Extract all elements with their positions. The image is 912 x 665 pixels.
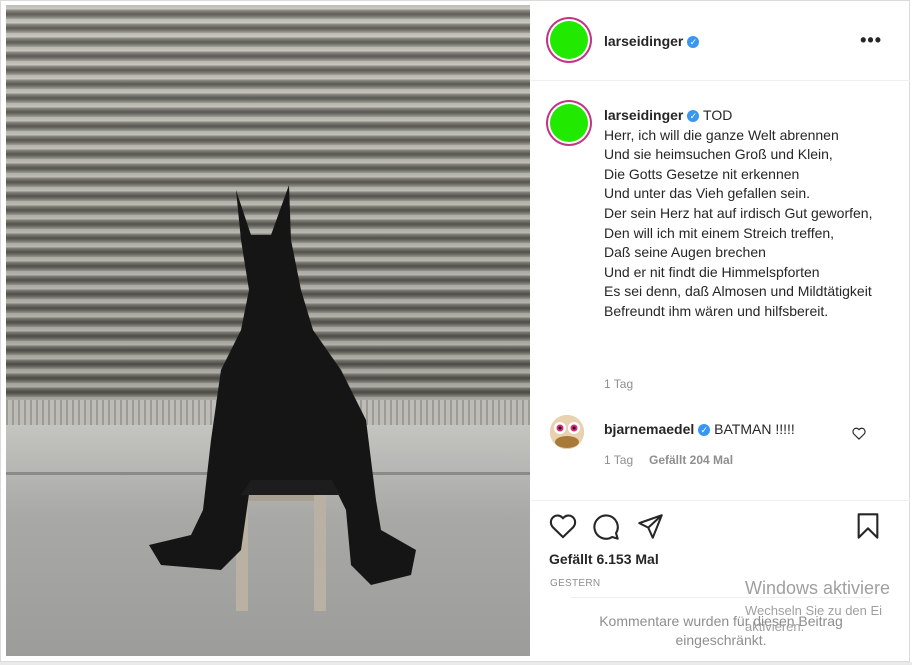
comment-like-heart-icon[interactable]: [852, 427, 866, 440]
comment-icon[interactable]: [592, 513, 620, 541]
comment-timestamp[interactable]: 1 Tag: [604, 453, 633, 467]
post-photo[interactable]: [6, 5, 530, 656]
post-date[interactable]: GESTERN: [550, 578, 600, 589]
caption-author-avatar[interactable]: [550, 104, 588, 142]
verified-badge-icon: ✓: [698, 424, 711, 437]
commenter-avatar[interactable]: [550, 415, 584, 449]
comment-text: BATMAN !!!!!: [714, 421, 795, 437]
caption-author-text[interactable]: larseidinger: [604, 107, 683, 123]
windows-activation-watermark: Windows aktiviere Wechseln Sie zu den Ei…: [745, 578, 912, 635]
caption-author-username[interactable]: larseidinger ✓: [604, 107, 700, 123]
caption-first-word: TOD: [703, 107, 733, 123]
verified-badge-icon: ✓: [687, 36, 700, 49]
author-username-header[interactable]: larseidinger ✓: [604, 33, 700, 49]
dark-costumed-figure: [149, 185, 416, 585]
comment-row: bjarnemaedel ✓ BATMAN !!!!!: [604, 421, 795, 437]
frog-avatar-icon: [550, 415, 584, 449]
heart-icon[interactable]: [549, 513, 577, 539]
post-caption: larseidinger ✓ TOD Herr, ich will die gan…: [604, 106, 894, 322]
post-header: larseidinger ✓ •••: [531, 0, 910, 81]
verified-badge-icon: ✓: [687, 110, 700, 123]
author-avatar[interactable]: [550, 21, 588, 59]
share-icon[interactable]: [637, 513, 664, 540]
windows-activation-subtitle: Wechseln Sie zu den Ei aktivieren.: [745, 603, 883, 634]
more-options-icon[interactable]: •••: [860, 30, 882, 51]
caption-timestamp[interactable]: 1 Tag: [604, 377, 633, 391]
caption-poem-text: Herr, ich will die ganze Welt abrennen U…: [604, 126, 873, 319]
post-likes-count[interactable]: Gefällt 6.153 Mal: [549, 551, 659, 567]
comment-likes-count[interactable]: Gefällt 204 Mal: [649, 453, 733, 467]
author-username-text[interactable]: larseidinger: [604, 33, 683, 49]
commenter-username[interactable]: bjarnemaedel: [604, 421, 694, 437]
post-side-panel: larseidinger ✓ ••• larseidinger ✓ TOD Herr…: [531, 0, 910, 662]
bookmark-icon[interactable]: [856, 512, 880, 540]
windows-activation-title: Windows aktiviere: [745, 578, 891, 598]
